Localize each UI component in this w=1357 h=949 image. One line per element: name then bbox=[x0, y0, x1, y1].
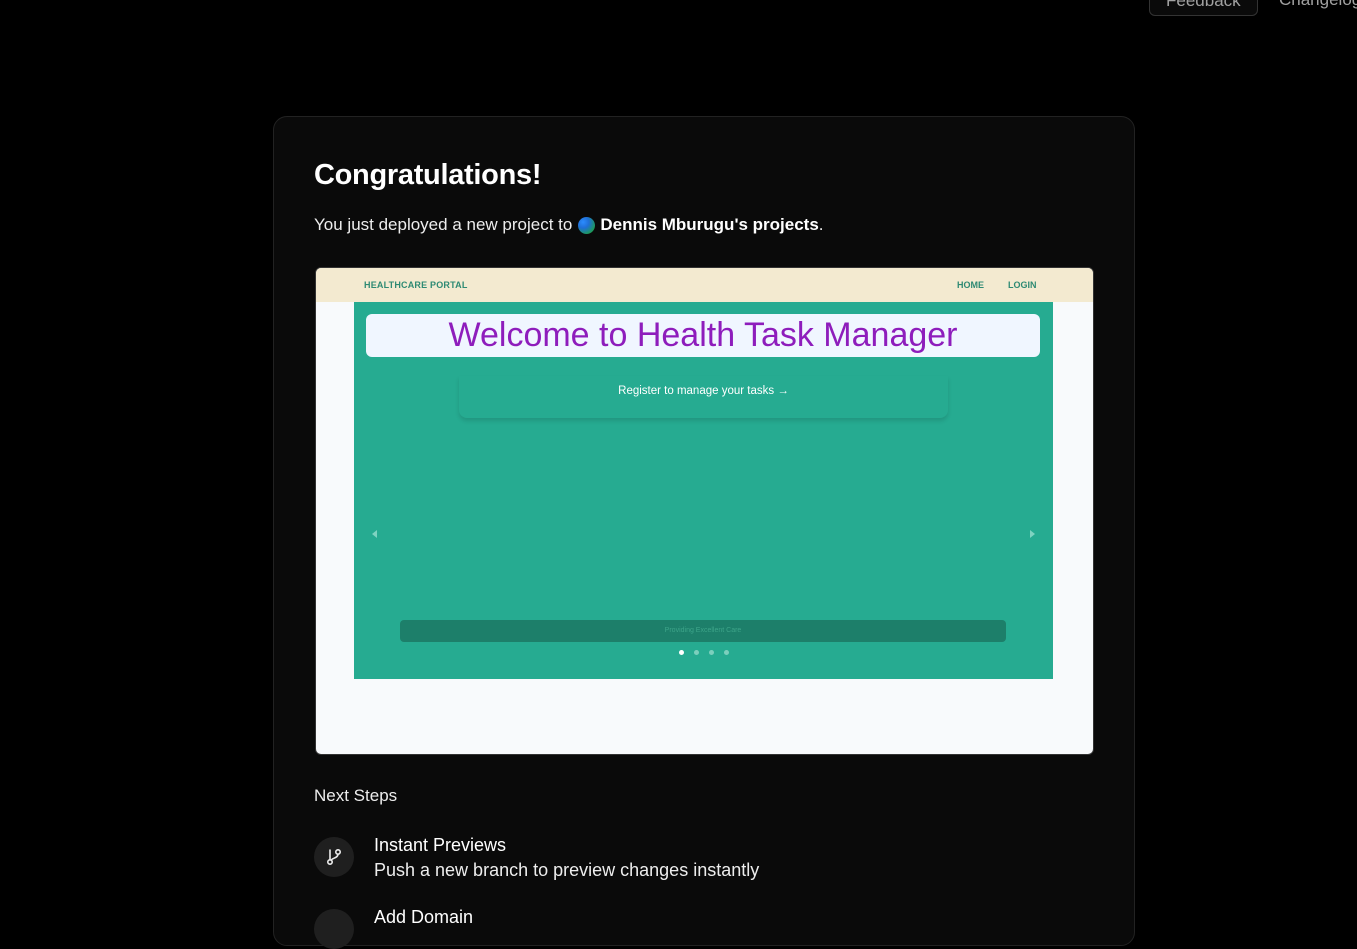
preview-brand: HEALTHCARE PORTAL bbox=[364, 280, 468, 290]
preview-hero-carousel: Welcome to Health Task Manager Register … bbox=[354, 302, 1053, 679]
deployment-preview[interactable]: HEALTHCARE PORTAL HOME LOGIN Welcome to … bbox=[315, 267, 1094, 755]
preview-register-link: Register to manage your tasks → bbox=[459, 376, 948, 418]
team-avatar bbox=[578, 216, 596, 234]
subtitle-prefix: You just deployed a new project to bbox=[314, 215, 573, 234]
preview-nav-home: HOME bbox=[957, 280, 984, 290]
preview-carousel-dots bbox=[679, 650, 729, 655]
changelog-label: Changelog bbox=[1279, 0, 1357, 9]
globe-icon bbox=[314, 909, 354, 949]
preview-prev-arrow-icon bbox=[372, 530, 377, 538]
step-description: Push a new branch to preview changes ins… bbox=[374, 860, 760, 880]
deployment-subtitle: You just deployed a new project to Denni… bbox=[314, 215, 824, 235]
subtitle-suffix: . bbox=[818, 215, 824, 234]
next-steps-title: Next Steps bbox=[314, 786, 398, 805]
feedback-label: Feedback bbox=[1166, 0, 1241, 10]
team-name: Dennis Mburugu's projects bbox=[600, 215, 819, 234]
preview-carousel-dot bbox=[724, 650, 729, 655]
changelog-link[interactable]: Changelog bbox=[1279, 0, 1357, 10]
preview-carousel-dot bbox=[709, 650, 714, 655]
preview-nav-login: LOGIN bbox=[1008, 280, 1037, 290]
preview-caption: Providing Excellent Care bbox=[400, 620, 1006, 642]
preview-carousel-dot bbox=[679, 650, 684, 655]
step-title: Instant Previews bbox=[374, 835, 507, 855]
preview-carousel-dot bbox=[694, 650, 699, 655]
preview-welcome-heading: Welcome to Health Task Manager bbox=[366, 314, 1040, 357]
feedback-button[interactable]: Feedback bbox=[1149, 0, 1258, 16]
deployment-success-card: Congratulations! You just deployed a new… bbox=[273, 116, 1135, 949]
git-branch-icon bbox=[314, 837, 354, 877]
step-title: Add Domain bbox=[374, 907, 474, 927]
page-title: Congratulations! bbox=[314, 159, 542, 191]
preview-navbar: HEALTHCARE PORTAL HOME LOGIN bbox=[316, 268, 1093, 302]
preview-next-arrow-icon bbox=[1030, 530, 1035, 538]
